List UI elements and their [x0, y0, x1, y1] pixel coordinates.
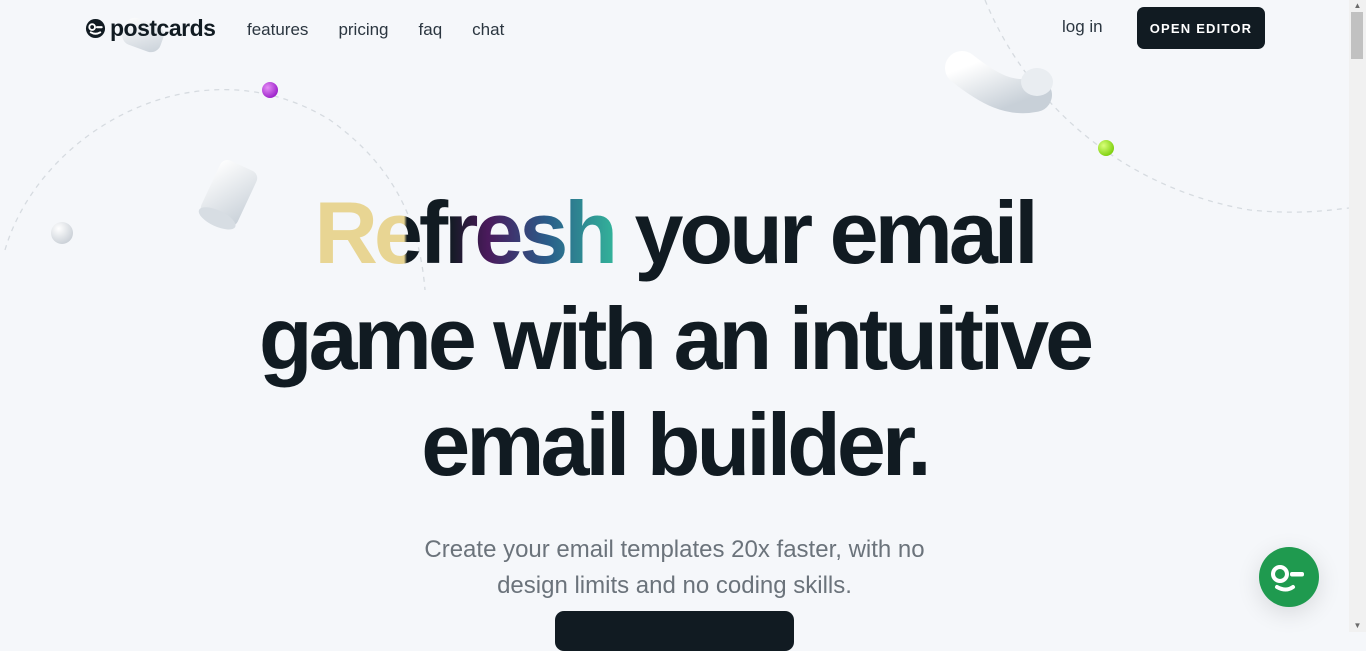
scroll-up-arrow-icon[interactable]: ▲ — [1349, 0, 1366, 12]
hero-cta-button[interactable] — [555, 611, 794, 651]
main-nav: features pricing faq chat — [247, 20, 504, 40]
login-link[interactable]: log in — [1062, 17, 1103, 37]
open-editor-button[interactable]: OPEN EDITOR — [1137, 7, 1265, 49]
brand-name: postcards — [110, 15, 216, 41]
purple-sphere — [262, 82, 278, 98]
nav-link-features[interactable]: features — [247, 20, 308, 40]
postcards-logo-icon — [85, 18, 106, 39]
hero-subtitle-line-2: design limits and no coding skills. — [497, 572, 852, 599]
hero-headline-line-1: Refresh your email — [0, 180, 1349, 286]
nav-link-faq[interactable]: faq — [419, 20, 443, 40]
page-scrollbar[interactable]: ▲ ▼ — [1349, 0, 1366, 632]
hero-headline-line-2: game with an intuitive — [258, 289, 1094, 388]
nav-link-pricing[interactable]: pricing — [338, 20, 388, 40]
hero-accent-word: Refresh — [314, 183, 618, 282]
hero-subtitle: Create your email templates 20x faster, … — [0, 532, 1349, 604]
chat-support-icon — [1271, 565, 1304, 592]
lime-sphere — [1098, 140, 1114, 156]
chat-widget-button[interactable] — [1259, 547, 1319, 607]
white-tube-right — [945, 51, 1053, 114]
nav-link-chat[interactable]: chat — [472, 20, 504, 40]
scrollbar-thumb[interactable] — [1351, 12, 1363, 59]
scroll-down-arrow-icon[interactable]: ▼ — [1349, 620, 1366, 632]
hero-headline: Refresh your email game with an intuitiv… — [0, 180, 1349, 498]
brand-logo[interactable]: postcards — [85, 15, 216, 42]
hero-line-1-rest: your email — [614, 183, 1038, 282]
hero-subtitle-line-1: Create your email templates 20x faster, … — [424, 536, 925, 563]
hero-headline-line-3: email builder. — [421, 395, 931, 494]
